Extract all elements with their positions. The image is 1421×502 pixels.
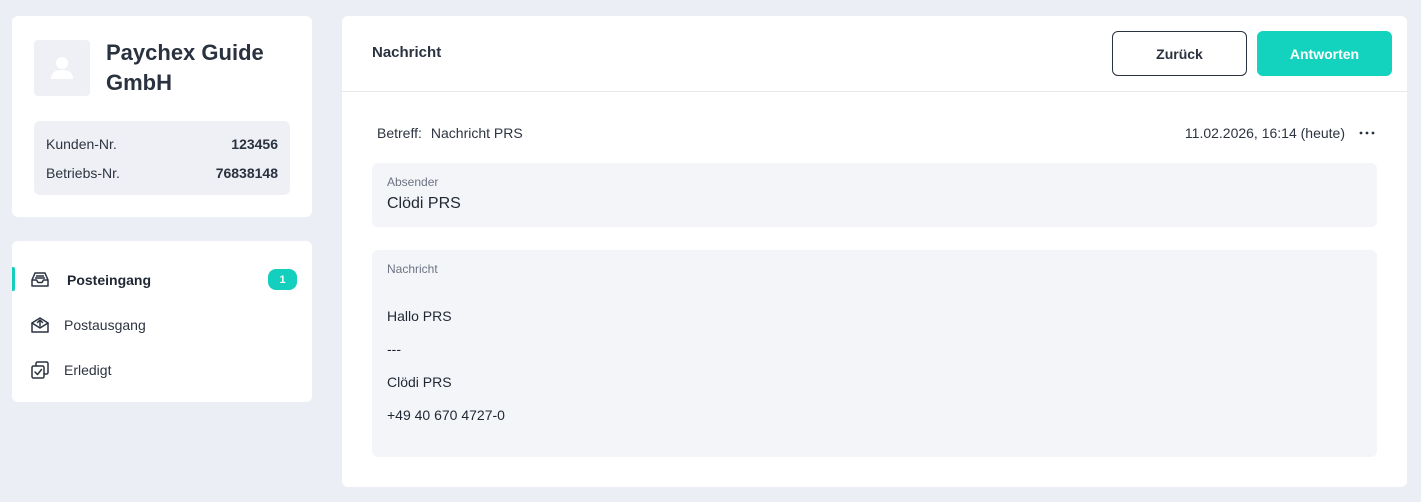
- nav-item-outbox[interactable]: Postausgang: [12, 302, 312, 347]
- panel-header: Nachricht Zurück Antworten: [342, 16, 1407, 92]
- subject-label: Betreff:: [377, 125, 422, 141]
- subject-value: Nachricht PRS: [430, 125, 523, 141]
- customer-number-value: 123456: [231, 135, 278, 152]
- message-body: Nachricht Hallo PRS --- Clödi PRS +49 40…: [372, 250, 1377, 457]
- customer-number-label: Kunden-Nr.: [46, 135, 117, 152]
- sender-label: Absender: [387, 175, 439, 189]
- message-label: Nachricht: [387, 262, 438, 276]
- nav-item-label: Postausgang: [64, 316, 146, 333]
- message-line: +49 40 670 4727-0: [387, 407, 505, 423]
- outbox-icon: [30, 315, 50, 335]
- company-card: Paychex Guide GmbH Kunden-Nr. 123456 Bet…: [12, 16, 312, 217]
- page-title: Nachricht: [372, 44, 442, 61]
- message-line: ---: [387, 341, 401, 357]
- back-button[interactable]: Zurück: [1112, 31, 1247, 76]
- nav-item-label: Erledigt: [64, 361, 112, 378]
- user-icon: [51, 57, 73, 79]
- done-icon: [30, 360, 50, 380]
- inbox-icon: [30, 270, 50, 290]
- nav-item-label: Posteingang: [67, 271, 152, 288]
- message-text: Hallo PRS --- Clödi PRS +49 40 670 4727-…: [387, 306, 1362, 438]
- reply-button[interactable]: Antworten: [1257, 31, 1392, 76]
- company-number-label: Betriebs-Nr.: [46, 164, 120, 181]
- company-number-row: Betriebs-Nr. 76838148: [46, 158, 278, 187]
- customer-number-row: Kunden-Nr. 123456: [46, 129, 278, 158]
- sender-box: Absender Clödi PRS: [372, 163, 1377, 227]
- message-date: 11.02.2026, 16:14 (heute): [1184, 125, 1345, 141]
- nav-item-inbox[interactable]: Posteingang 1: [12, 257, 312, 302]
- avatar: [34, 40, 90, 96]
- nav-item-done[interactable]: Erledigt: [12, 347, 312, 392]
- company-number-value: 76838148: [215, 164, 278, 181]
- message-line: Clödi PRS: [387, 374, 452, 390]
- message-line: Hallo PRS: [387, 308, 452, 324]
- mailbox-nav: Posteingang 1 Postausgang Erledigt: [12, 241, 312, 402]
- unread-count-badge: 1: [268, 269, 297, 290]
- more-options-icon[interactable]: [1357, 124, 1377, 142]
- message-meta: Betreff: Nachricht PRS 11.02.2026, 16:14…: [377, 123, 1377, 143]
- sender-name: Clödi PRS: [387, 195, 461, 212]
- company-name: Paychex Guide GmbH: [106, 40, 264, 95]
- company-ids: Kunden-Nr. 123456 Betriebs-Nr. 76838148: [34, 121, 290, 195]
- message-panel: Nachricht Zurück Antworten Betreff: Nach…: [342, 16, 1407, 487]
